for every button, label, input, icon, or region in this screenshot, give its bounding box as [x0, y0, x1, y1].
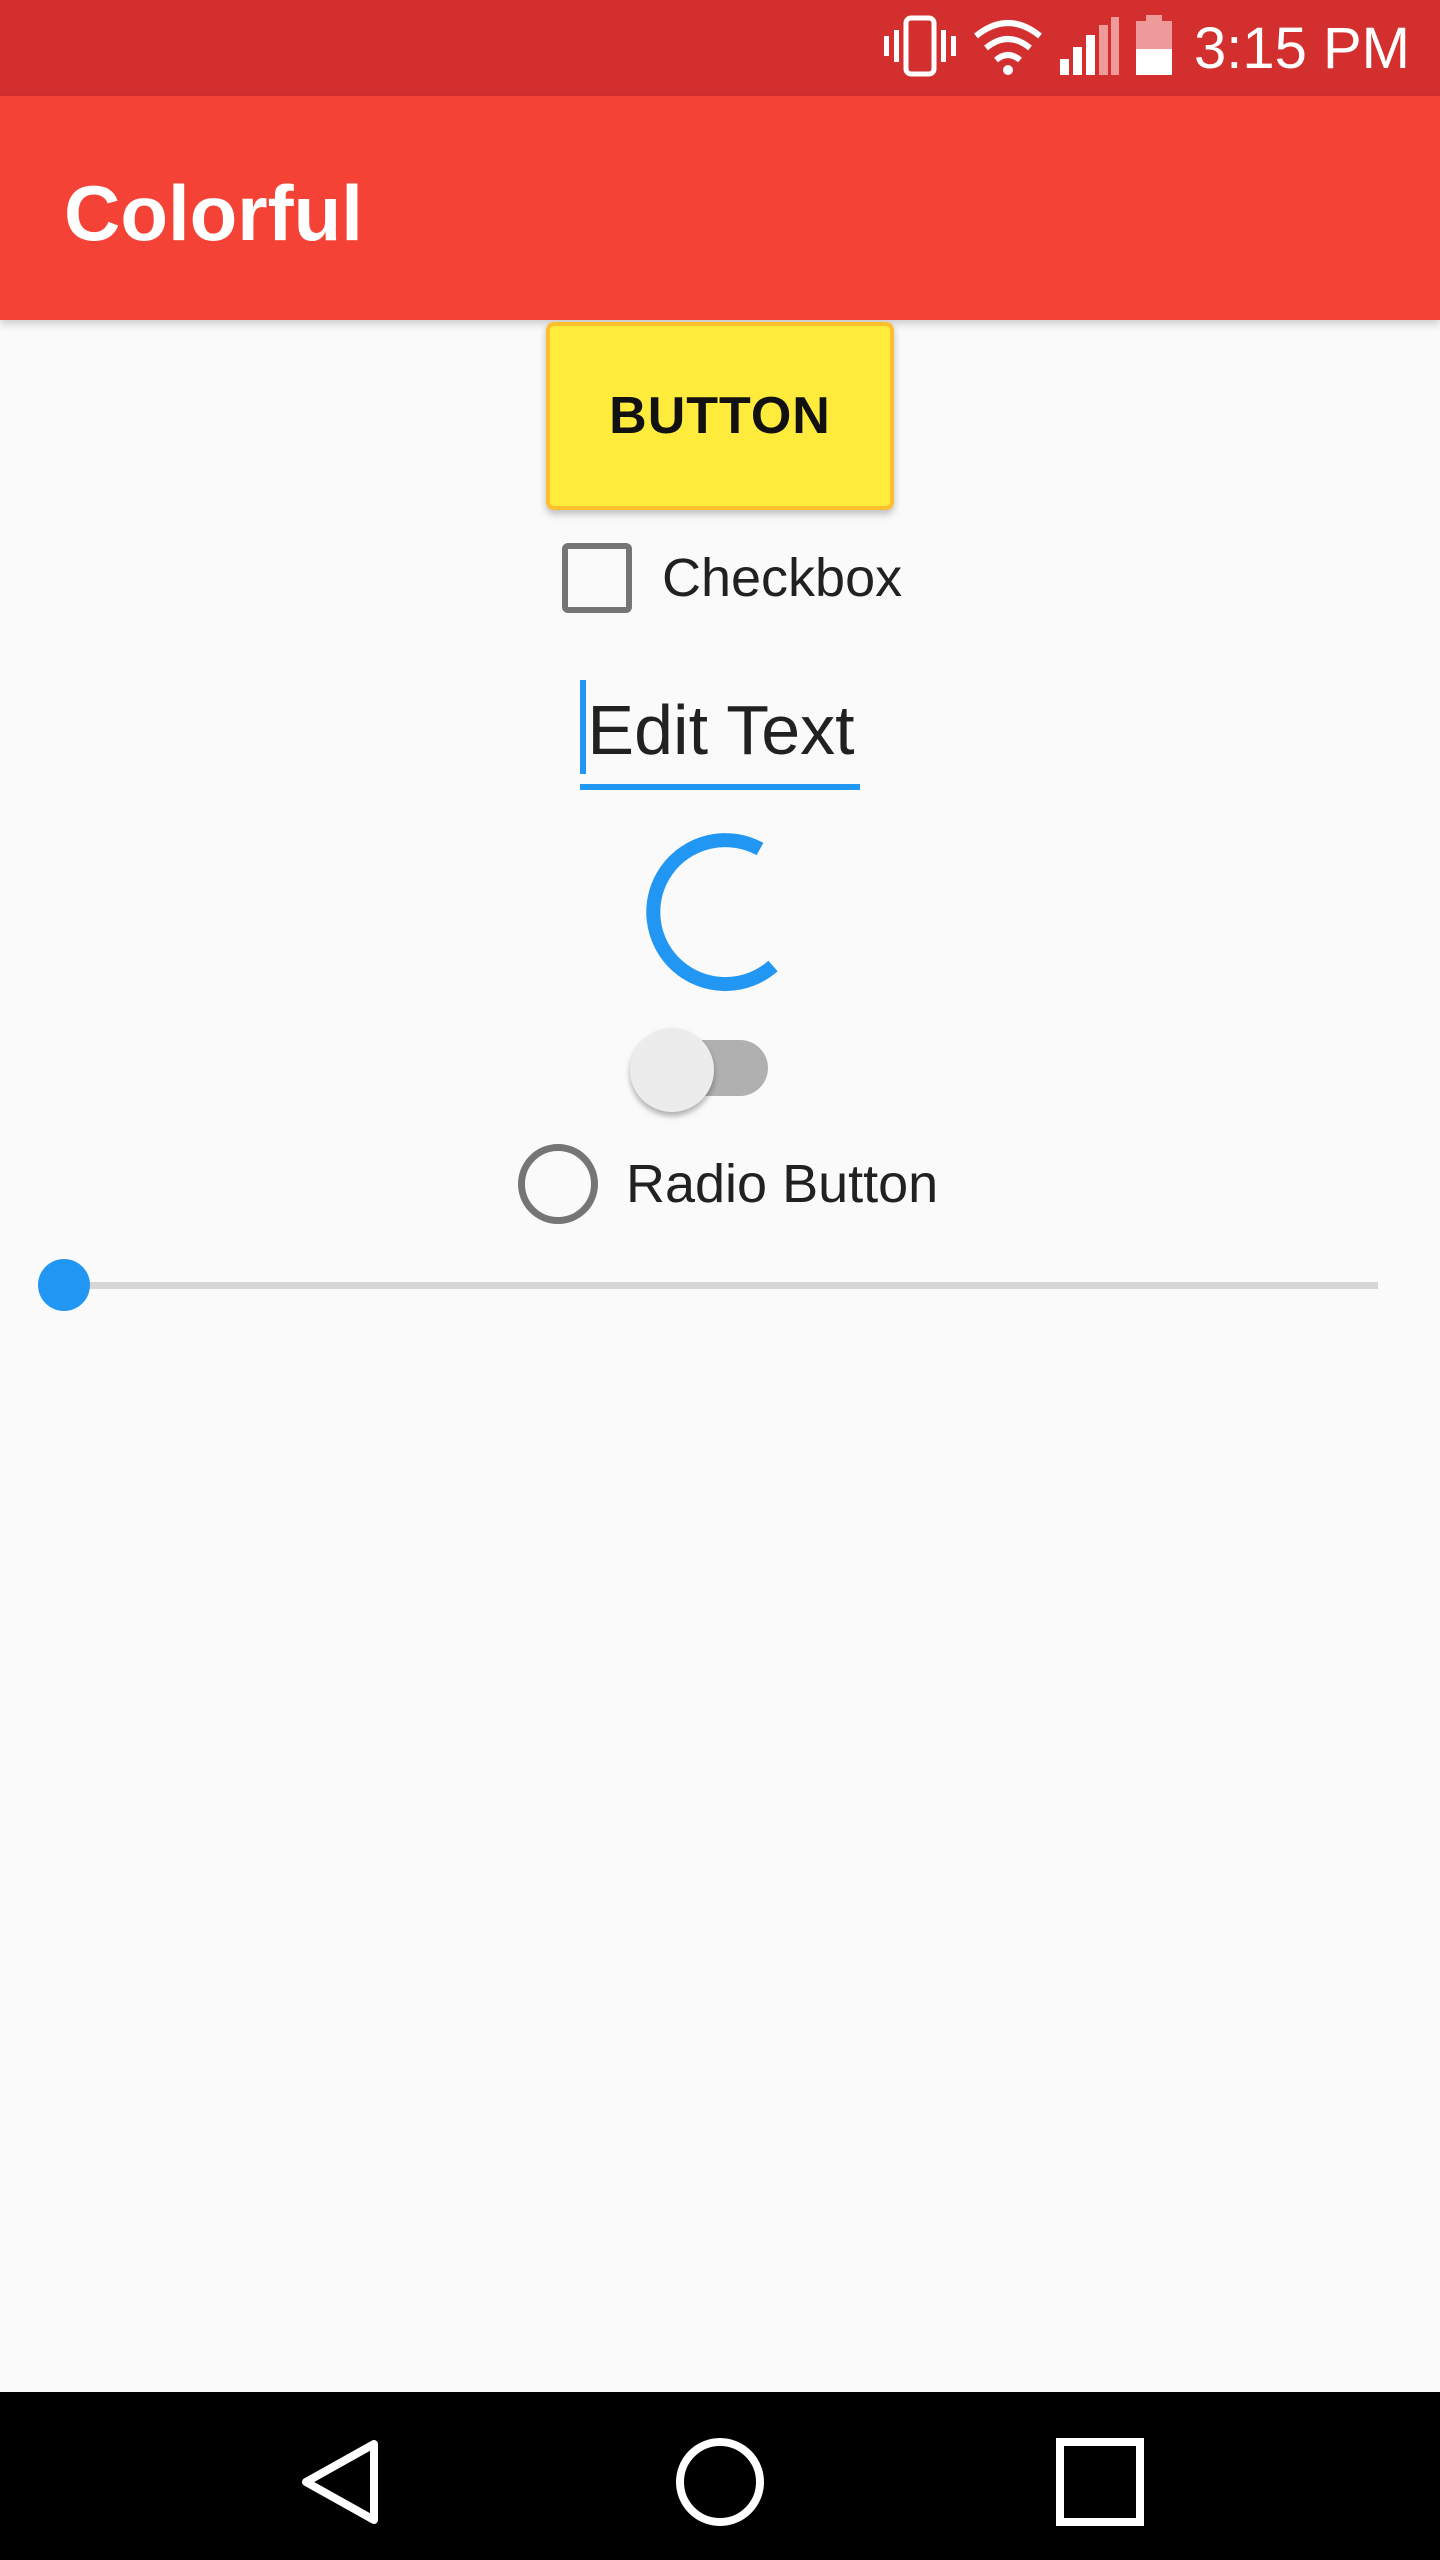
navigation-bar	[0, 2392, 1440, 2560]
radio-circle[interactable]	[518, 1144, 598, 1224]
signal-icon	[1058, 15, 1120, 82]
switch-thumb[interactable]	[630, 1028, 714, 1112]
colorful-button[interactable]: BUTTON	[546, 322, 894, 510]
checkbox-label[interactable]: Checkbox	[662, 547, 902, 609]
recents-icon[interactable]	[1050, 2432, 1150, 2532]
progress-spinner	[646, 833, 778, 992]
wifi-icon	[972, 16, 1044, 81]
battery-icon	[1134, 14, 1174, 82]
edit-text-value[interactable]: Edit Text	[582, 690, 860, 770]
checkbox-box[interactable]	[562, 543, 632, 613]
vibrate-icon	[882, 14, 958, 83]
seekbar-thumb[interactable]	[38, 1259, 90, 1311]
edit-text-field[interactable]: Edit Text	[580, 676, 860, 794]
radio-label[interactable]: Radio Button	[626, 1153, 938, 1215]
edit-text-underline	[580, 784, 860, 790]
app-title: Colorful	[64, 169, 363, 257]
checkbox[interactable]: Checkbox	[562, 538, 902, 618]
home-icon[interactable]	[670, 2432, 770, 2532]
seekbar-track[interactable]	[64, 1282, 1378, 1289]
radio-button[interactable]: Radio Button	[518, 1142, 938, 1226]
back-icon[interactable]	[290, 2432, 390, 2532]
switch-toggle[interactable]	[630, 1020, 780, 1120]
status-icons: 3:15 PM	[882, 0, 1410, 96]
status-time: 3:15 PM	[1194, 15, 1410, 81]
status-bar: 3:15 PM	[0, 0, 1440, 96]
app-bar: Colorful	[0, 96, 1440, 320]
